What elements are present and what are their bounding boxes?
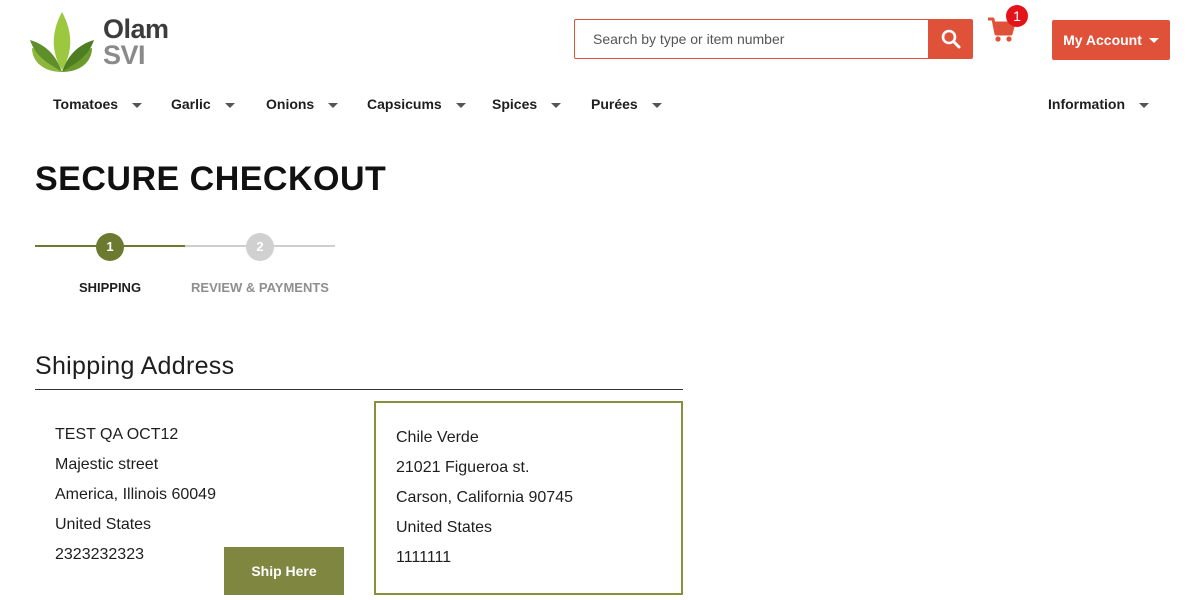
address-phone: 2323232323 <box>55 546 144 563</box>
nav-label: Spices <box>492 96 538 112</box>
logo-text-svi: SVI <box>103 40 146 70</box>
my-account-label: My Account <box>1063 32 1142 48</box>
nav-item-purees[interactable]: Purées <box>591 96 662 112</box>
cart-count-badge: 1 <box>1006 5 1028 27</box>
address-card-1: TEST QA OCT12 Majestic street America, I… <box>55 420 216 570</box>
step-shipping-number[interactable]: 1 <box>96 233 124 261</box>
nav-label: Information <box>1048 96 1125 112</box>
address-country: United States <box>55 516 152 533</box>
address-name: Chile Verde <box>396 429 479 446</box>
page-title: SECURE CHECKOUT <box>35 160 387 198</box>
address-city-state-zip: America, Illinois 60049 <box>55 486 216 503</box>
search-bar <box>574 19 973 59</box>
nav-item-information[interactable]: Information <box>1048 96 1149 112</box>
address-lines: Chile Verde 21021 Figueroa st. Carson, C… <box>396 423 573 573</box>
step-shipping-label[interactable]: SHIPPING <box>35 280 185 295</box>
chevron-down-icon <box>651 102 662 108</box>
section-divider <box>35 389 683 390</box>
nav-label: Purées <box>591 96 638 112</box>
chevron-down-icon <box>551 102 562 108</box>
address-country: United States <box>396 519 493 536</box>
chevron-down-icon <box>132 102 143 108</box>
search-icon <box>941 29 960 49</box>
nav-label: Garlic <box>171 96 211 112</box>
nav-label: Capsicums <box>367 96 442 112</box>
address-street: 21021 Figueroa st. <box>396 459 530 476</box>
search-button[interactable] <box>928 19 973 59</box>
address-street: Majestic street <box>55 456 159 473</box>
chevron-down-icon <box>328 102 339 108</box>
ship-here-button[interactable]: Ship Here <box>224 547 344 595</box>
step-review-label: REVIEW & PAYMENTS <box>191 280 329 295</box>
chevron-down-icon <box>1148 37 1159 43</box>
address-name: TEST QA OCT12 <box>55 426 179 443</box>
leaf-logo-icon <box>30 12 94 72</box>
search-input[interactable] <box>574 19 928 59</box>
nav-item-capsicums[interactable]: Capsicums <box>367 96 466 112</box>
nav-label: Tomatoes <box>53 96 119 112</box>
address-card-2-selected[interactable]: Chile Verde 21021 Figueroa st. Carson, C… <box>374 401 683 595</box>
olam-svi-logo[interactable]: Olam SVI <box>30 10 190 74</box>
nav-item-spices[interactable]: Spices <box>492 96 562 112</box>
shipping-address-heading: Shipping Address <box>35 352 235 380</box>
nav-label: Onions <box>266 96 315 112</box>
chevron-down-icon <box>455 102 466 108</box>
nav-item-garlic[interactable]: Garlic <box>171 96 235 112</box>
checkout-progress: 1 2 SHIPPING REVIEW & PAYMENTS <box>35 232 335 302</box>
nav-item-tomatoes[interactable]: Tomatoes <box>53 96 143 112</box>
chevron-down-icon <box>1139 102 1149 108</box>
step-review-number: 2 <box>246 233 274 261</box>
chevron-down-icon <box>224 102 235 108</box>
address-city-state-zip: Carson, California 90745 <box>396 489 573 506</box>
address-phone: 1111111 <box>396 549 452 566</box>
main-nav: Tomatoes Garlic Onions Capsicums Spices … <box>0 96 1200 116</box>
my-account-button[interactable]: My Account <box>1052 20 1170 60</box>
nav-item-onions[interactable]: Onions <box>266 96 339 112</box>
